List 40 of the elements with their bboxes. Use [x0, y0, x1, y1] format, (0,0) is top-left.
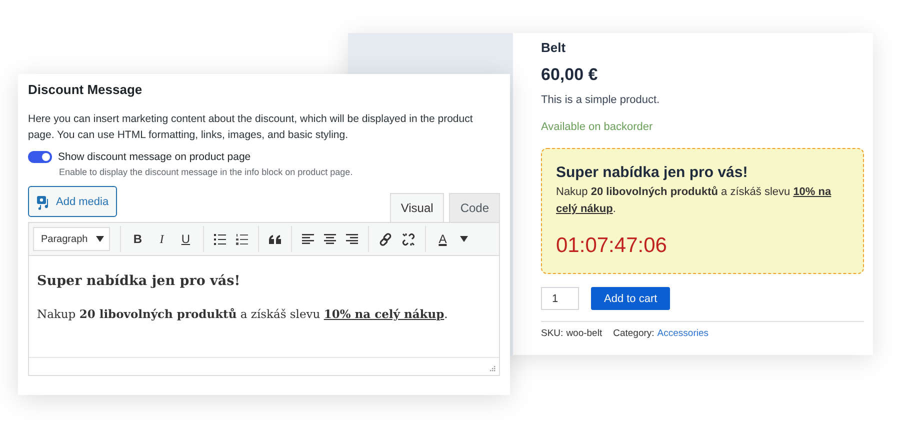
sku-label: SKU:	[541, 328, 564, 339]
toggle-hint: Enable to display the discount message in the info block on product page.	[59, 167, 354, 177]
editor-content[interactable]: Super nabídka jen pro vás! Nakup 20 libovolných produktů a získáš slevu 10% na celý nákup.	[29, 256, 499, 357]
quote-icon[interactable]	[268, 234, 281, 244]
content-heading: Super nabídka jen pro vás!	[37, 273, 242, 289]
add-media-button[interactable]: Add media	[28, 186, 117, 217]
align-right-icon[interactable]	[346, 234, 358, 244]
italic-button[interactable]: I	[154, 232, 169, 246]
category-link[interactable]: Accessories	[657, 328, 709, 339]
editor-tab[interactable]: Visual	[390, 193, 444, 222]
product-description: This is a simple product.	[541, 94, 661, 106]
sku-value: woo-belt	[566, 328, 602, 339]
category-label: Category:	[613, 328, 654, 339]
product-name: Belt	[541, 40, 567, 55]
resize-handle-icon[interactable]	[490, 366, 496, 372]
stock-status: Available on backorder	[541, 121, 654, 133]
discount-title: Super nabídka jen pro vás!	[556, 164, 749, 181]
caret-icon	[96, 236, 104, 242]
countdown-timer: 01:07:47:06	[556, 234, 668, 258]
bold-button[interactable]: B	[130, 232, 145, 246]
quantity-field[interactable]: 1	[541, 287, 579, 310]
link-icon[interactable]	[378, 232, 392, 246]
section-title: Discount Message	[28, 82, 144, 97]
format-dropdown[interactable]: Paragraph	[33, 227, 110, 251]
section-description: Here you can insert marketing content about the discount, which will be displayed in the product page. You can use HTML formatting, links, images, and basic styling.	[28, 112, 474, 143]
toggle-switch[interactable]	[28, 151, 52, 163]
product-price: 60,00 €	[541, 65, 599, 85]
numbered-list-icon[interactable]	[236, 234, 248, 244]
editor-tab[interactable]: Code	[449, 193, 500, 222]
discount-message: Nakup 20 libovolných produktů a získáš slevu 10% na celý nákup.	[556, 185, 832, 217]
align-center-icon[interactable]	[324, 234, 336, 244]
unlink-icon[interactable]	[402, 232, 415, 246]
add-to-cart-button[interactable]: Add to cart	[591, 287, 670, 310]
toggle-label: Show discount message on product page	[58, 151, 251, 163]
align-left-icon[interactable]	[302, 234, 314, 244]
caret-icon[interactable]	[460, 236, 468, 242]
content-paragraph: Nakup 20 libovolných produktů a získáš slevu 10% na celý nákup.	[37, 307, 449, 321]
text-color-button[interactable]: A	[436, 232, 450, 246]
bullet-list-icon[interactable]	[214, 234, 226, 244]
underline-button[interactable]: U	[178, 232, 193, 246]
